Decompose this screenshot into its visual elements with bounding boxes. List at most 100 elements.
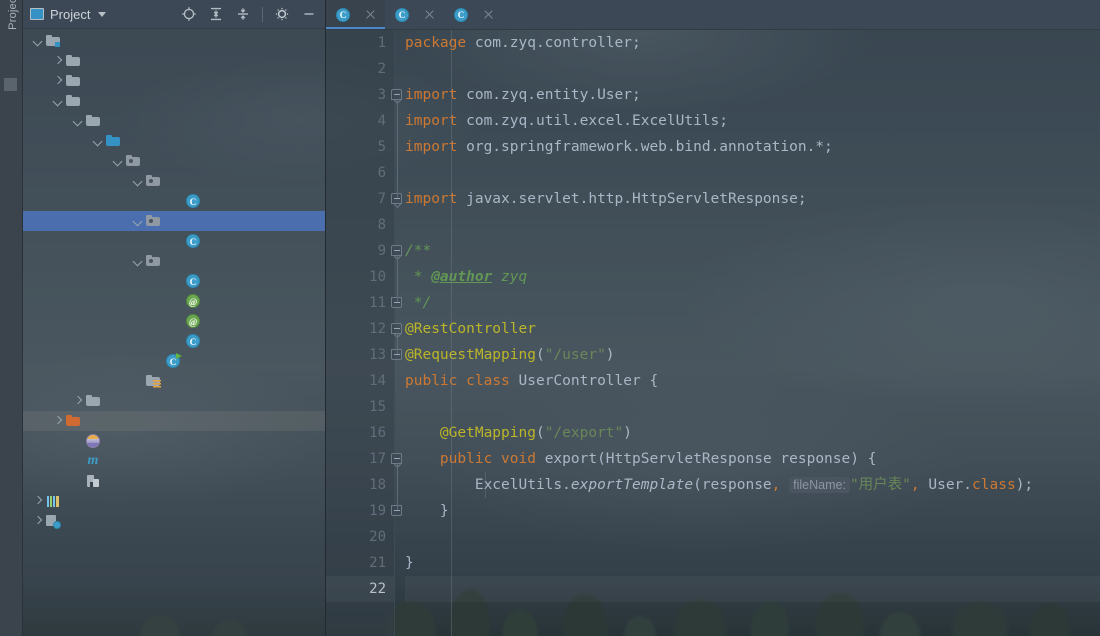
gutter-line-number[interactable]: 10 bbox=[326, 264, 394, 290]
tree-node-user[interactable]: C bbox=[23, 231, 325, 251]
tree-node-com-zyq[interactable] bbox=[23, 151, 325, 171]
code-line[interactable]: import org.springframework.web.bind.anno… bbox=[405, 134, 1100, 160]
gutter-line-number[interactable]: 11 bbox=[326, 290, 402, 316]
tree-node-excelclassfield[interactable]: C bbox=[23, 271, 325, 291]
tree-node-resources[interactable] bbox=[23, 371, 325, 391]
code-line[interactable]: */ bbox=[405, 290, 1100, 316]
tree-node-sunnyzyq[interactable] bbox=[23, 31, 325, 51]
tool-window-button-project[interactable]: Project bbox=[0, 0, 22, 66]
chevron-down-icon[interactable] bbox=[71, 114, 85, 128]
tree-node-excelexport[interactable]: @ bbox=[23, 291, 325, 311]
project-tree[interactable]: C C C @ @ C Cm bbox=[23, 29, 325, 636]
settings-gear-icon[interactable] bbox=[274, 6, 290, 22]
chevron-right-icon[interactable] bbox=[31, 514, 45, 528]
tree-node-pom-xml[interactable]: m bbox=[23, 451, 325, 471]
code-line[interactable] bbox=[405, 56, 1100, 82]
tree-node-target[interactable] bbox=[23, 411, 325, 431]
code-line[interactable]: public class UserController { bbox=[405, 368, 1100, 394]
tree-node-main[interactable] bbox=[23, 111, 325, 131]
gutter-line-number[interactable]: 16 bbox=[326, 420, 394, 446]
hide-panel-icon[interactable] bbox=[301, 6, 317, 22]
code-line[interactable] bbox=[405, 212, 1100, 238]
tree-node-settings[interactable] bbox=[23, 71, 325, 91]
gutter-line-number[interactable]: 21 bbox=[326, 550, 394, 576]
chevron-down-icon[interactable] bbox=[131, 214, 145, 228]
editor-viewport[interactable]: 1 2 3 4 5 6 7 8 9 10 11 12 13 14 15 16 17 18 19 20 21 22 pack… bbox=[326, 30, 1100, 636]
tree-node-excelutils[interactable]: C bbox=[23, 331, 325, 351]
chevron-down-icon[interactable] bbox=[51, 94, 65, 108]
tree-node-project[interactable] bbox=[23, 431, 325, 451]
gutter-line-number[interactable]: 8 bbox=[326, 212, 394, 238]
code-line[interactable]: * @author zyq bbox=[405, 264, 1100, 290]
code-line[interactable]: import javax.servlet.http.HttpServletRes… bbox=[405, 186, 1100, 212]
code-line[interactable]: /** bbox=[405, 238, 1100, 264]
chevron-down-icon[interactable] bbox=[91, 134, 105, 148]
tree-node-src[interactable] bbox=[23, 91, 325, 111]
gutter-line-number[interactable]: 5 bbox=[326, 134, 394, 160]
chevron-right-icon[interactable] bbox=[71, 394, 85, 408]
gutter-line-number[interactable]: 14 bbox=[326, 368, 394, 394]
chevron-down-icon[interactable] bbox=[111, 154, 125, 168]
chevron-down-icon[interactable] bbox=[131, 174, 145, 188]
tree-node-app[interactable]: C bbox=[23, 351, 325, 371]
tree-node-java[interactable] bbox=[23, 131, 325, 151]
code-line[interactable] bbox=[405, 524, 1100, 550]
editor-code-text[interactable]: package com.zyq.controller; import com.zy… bbox=[395, 30, 1100, 636]
gutter-line-number[interactable]: 3 bbox=[326, 82, 402, 108]
code-line[interactable]: @RestController bbox=[405, 316, 1100, 342]
code-line[interactable]: import com.zyq.util.excel.ExcelUtils; bbox=[405, 108, 1100, 134]
gutter-line-number[interactable]: 12 bbox=[326, 316, 402, 342]
gutter-line-number[interactable]: 7 bbox=[326, 186, 402, 212]
code-line[interactable]: package com.zyq.controller; bbox=[405, 30, 1100, 56]
code-line[interactable]: @RequestMapping("/user") bbox=[405, 342, 1100, 368]
close-icon[interactable] bbox=[483, 9, 494, 20]
gutter-line-number[interactable]: 9 bbox=[326, 238, 402, 264]
gutter-line-number[interactable]: 13 bbox=[326, 342, 402, 368]
editor-tab-usercontroller-java[interactable]: C bbox=[326, 0, 385, 29]
tree-node-external-libraries[interactable] bbox=[23, 491, 325, 511]
editor-tab-excelutils-java[interactable]: C bbox=[385, 0, 444, 29]
chevron-down-icon[interactable] bbox=[98, 11, 107, 17]
tree-node-idea[interactable] bbox=[23, 51, 325, 71]
gutter-line-number[interactable]: 1 bbox=[326, 30, 394, 56]
chevron-down-icon[interactable] bbox=[31, 34, 45, 48]
locate-in-tree-icon[interactable] bbox=[181, 6, 197, 22]
expand-all-icon[interactable] bbox=[208, 6, 224, 22]
tree-node-test[interactable] bbox=[23, 391, 325, 411]
code-line[interactable]: @GetMapping("/export") bbox=[405, 420, 1100, 446]
tree-node-usercontroller[interactable]: C bbox=[23, 191, 325, 211]
collapse-all-icon[interactable] bbox=[235, 6, 251, 22]
tree-node-sunnyzyq-iml[interactable] bbox=[23, 471, 325, 491]
code-line[interactable] bbox=[405, 576, 1100, 602]
chevron-right-icon[interactable] bbox=[51, 74, 65, 88]
gutter-line-number[interactable]: 4 bbox=[326, 108, 394, 134]
tree-node-entity[interactable] bbox=[23, 211, 325, 231]
close-icon[interactable] bbox=[424, 9, 435, 20]
code-line[interactable] bbox=[405, 394, 1100, 420]
gutter-line-number[interactable]: 19 bbox=[326, 498, 402, 524]
code-line[interactable]: } bbox=[405, 550, 1100, 576]
tree-node-scratches-and-consoles[interactable] bbox=[23, 511, 325, 531]
chevron-right-icon[interactable] bbox=[51, 54, 65, 68]
gutter-line-number[interactable]: 15 bbox=[326, 394, 394, 420]
code-line[interactable]: import com.zyq.entity.User; bbox=[405, 82, 1100, 108]
gutter-line-number[interactable]: 20 bbox=[326, 524, 394, 550]
editor-tab-bar[interactable]: CCC bbox=[326, 0, 1100, 30]
close-icon[interactable] bbox=[365, 9, 376, 20]
tool-window-stripe-handle[interactable] bbox=[4, 78, 17, 91]
gutter-line-number[interactable]: 6 bbox=[326, 160, 394, 186]
chevron-down-icon[interactable] bbox=[131, 254, 145, 268]
chevron-right-icon[interactable] bbox=[51, 414, 65, 428]
gutter-line-number[interactable]: 17 bbox=[326, 446, 402, 472]
tree-node-util-excel[interactable] bbox=[23, 251, 325, 271]
project-panel-title-group[interactable]: Project bbox=[30, 7, 107, 22]
tree-node-controller[interactable] bbox=[23, 171, 325, 191]
tree-node-excelimport[interactable]: @ bbox=[23, 311, 325, 331]
code-line[interactable]: ExcelUtils.exportTemplate(response, file… bbox=[405, 472, 1100, 498]
code-line[interactable] bbox=[405, 160, 1100, 186]
gutter-line-number[interactable]: 22 bbox=[326, 576, 394, 602]
gutter-line-number[interactable]: 18 bbox=[326, 472, 394, 498]
code-line[interactable]: } bbox=[405, 498, 1100, 524]
gutter-line-number[interactable]: 2 bbox=[326, 56, 394, 82]
chevron-right-icon[interactable] bbox=[31, 494, 45, 508]
